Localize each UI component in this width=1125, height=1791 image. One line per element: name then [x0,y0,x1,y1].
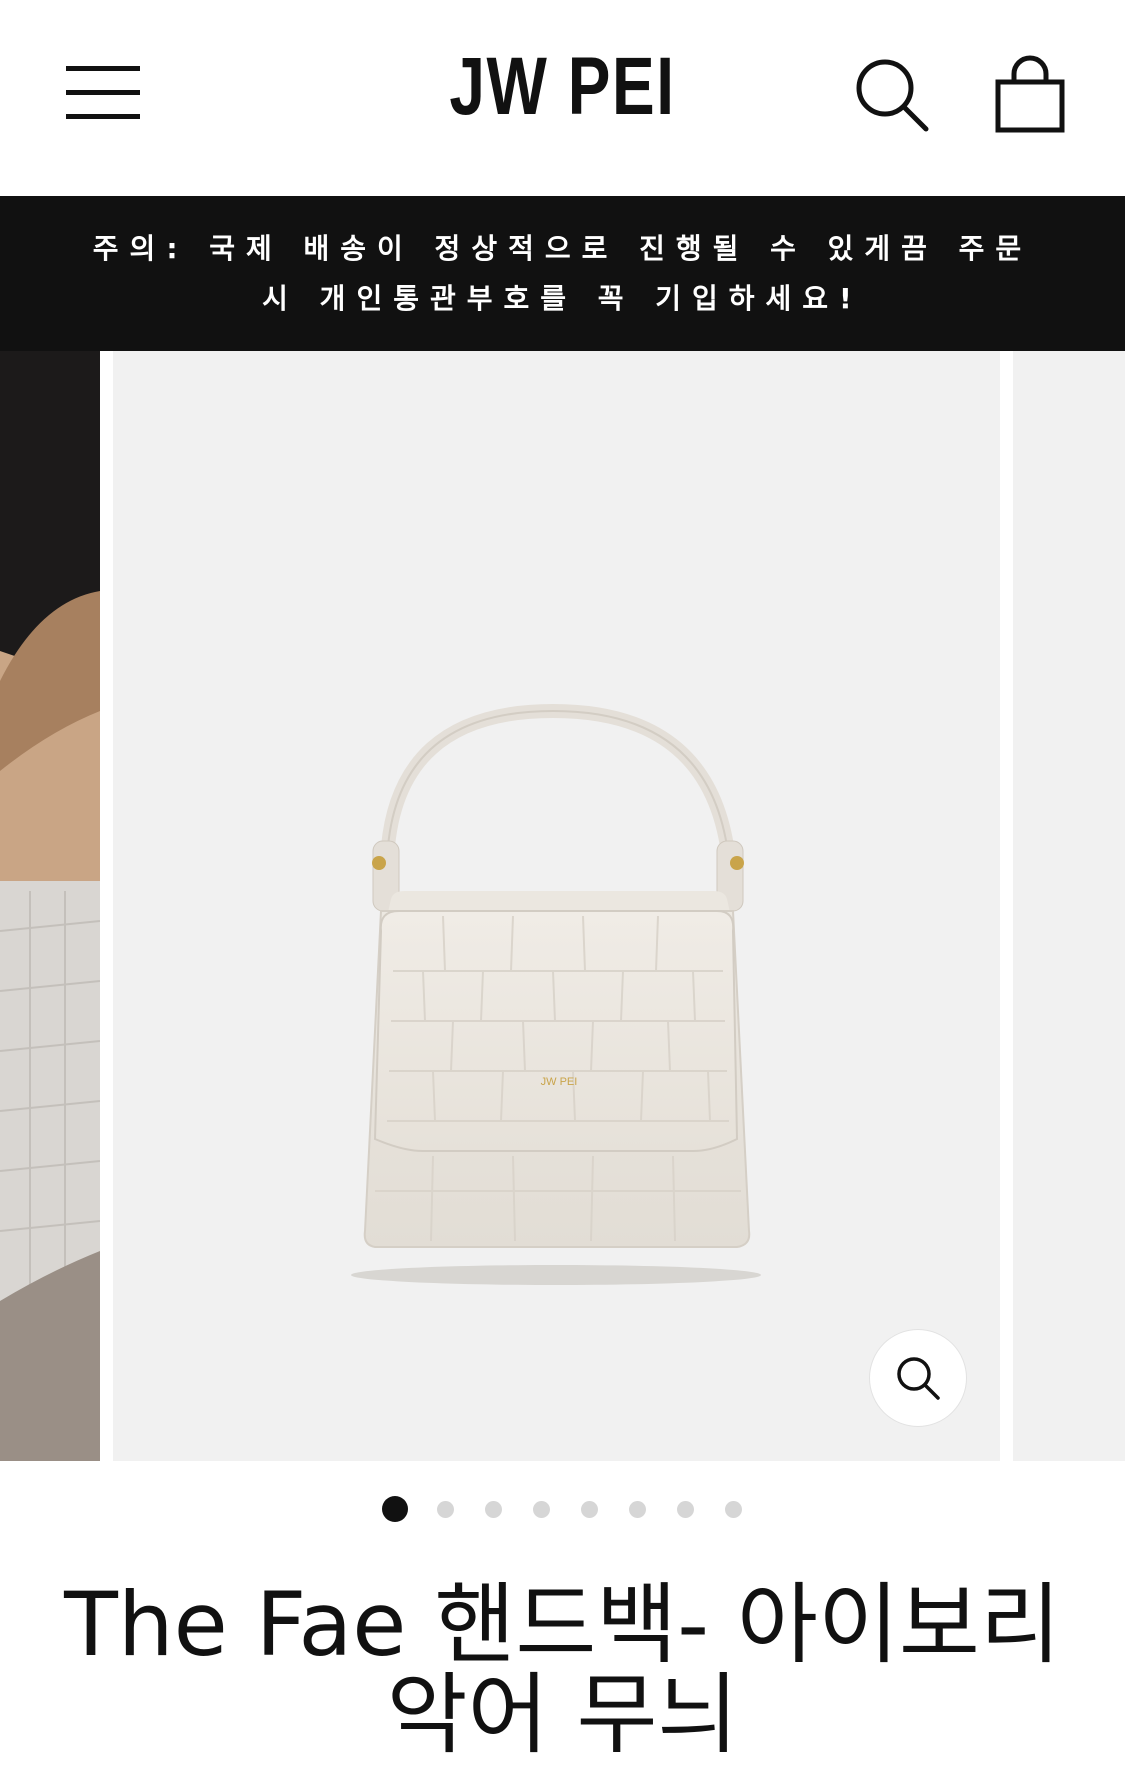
product-gallery[interactable]: JW PEI [0,351,1125,1461]
slide-dot-5[interactable] [581,1501,598,1518]
search-icon [856,59,929,132]
site-header: JW PEI [0,0,1125,196]
slide-dot-4[interactable] [533,1501,550,1518]
search-button[interactable] [852,55,932,135]
next-slide-image[interactable] [1013,351,1125,1461]
lifestyle-photo [0,351,100,1461]
main-product-image[interactable]: JW PEI [113,351,1000,1461]
handbag-image: JW PEI [351,703,761,1285]
cart-button[interactable] [990,52,1070,138]
previous-slide-image[interactable] [0,351,100,1461]
slide-dot-7[interactable] [677,1501,694,1518]
zoom-button[interactable] [869,1329,967,1427]
zoom-icon [897,1357,940,1400]
product-title: The Fae 핸드백- 아이보리 악어 무늬 [64,1573,1061,1766]
slide-dot-1[interactable] [382,1496,408,1522]
slide-indicator [0,1496,1125,1522]
announcement-bar: 주의: 국제 배송이 정상적으로 진행될 수 있게끔 주문 시 개인통관부호를 … [0,196,1125,351]
announcement-text: 주의: 국제 배송이 정상적으로 진행될 수 있게끔 주문 시 개인통관부호를 … [92,231,1033,315]
slide-dot-2[interactable] [437,1501,454,1518]
shopping-bag-icon [995,55,1065,133]
slide-dot-3[interactable] [485,1501,502,1518]
slide-dot-6[interactable] [629,1501,646,1518]
slide-dot-8[interactable] [725,1501,742,1518]
bag-brand-stamp: JW PEI [541,1076,578,1088]
